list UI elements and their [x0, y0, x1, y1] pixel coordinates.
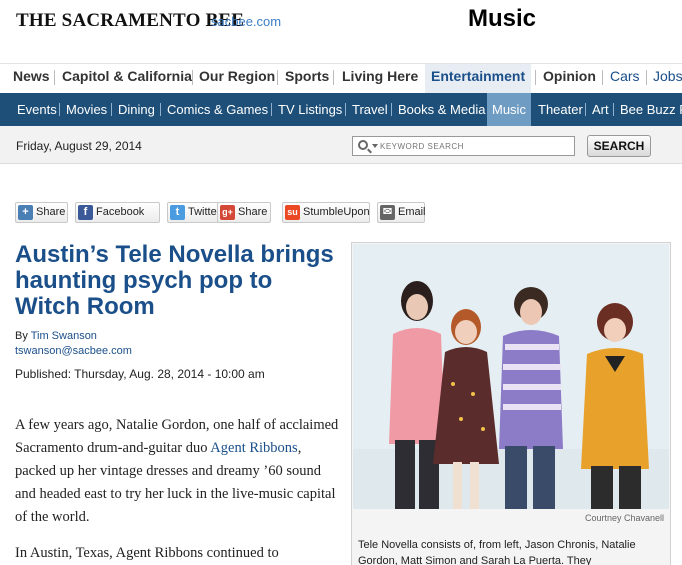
nav-sports[interactable]: Sports — [279, 64, 329, 93]
subnav-music[interactable]: Music — [487, 93, 531, 126]
subnav-divider — [345, 103, 346, 116]
chevron-down-icon[interactable] — [372, 144, 378, 148]
facebook-share-button[interactable]: f Facebook — [75, 202, 160, 223]
nav-opinion[interactable]: Opinion — [537, 64, 596, 93]
twitter-label: Twitter — [188, 206, 221, 218]
site-logo[interactable]: THE SACRAMENTO BEE — [16, 10, 244, 32]
nav-divider — [602, 70, 603, 85]
article-body: A few years ago, Natalie Gordon, one hal… — [15, 414, 340, 565]
date-search-bar: Friday, August 29, 2014 SEARCH — [0, 126, 682, 164]
search-input[interactable] — [380, 139, 570, 153]
email-label: Email — [398, 206, 426, 218]
masthead: THE SACRAMENTO BEE sacbee.com Music — [0, 0, 682, 56]
subnav-comics-games[interactable]: Comics & Games — [167, 93, 268, 126]
subnav-bee-buzz[interactable]: Bee Buzz P — [620, 93, 682, 126]
subnav-divider — [271, 103, 272, 116]
article-paragraph: A few years ago, Natalie Gordon, one hal… — [15, 414, 340, 529]
stumbleupon-label: StumbleUpon — [303, 206, 370, 218]
subnav-art[interactable]: Art — [592, 93, 609, 126]
published-date: Published: Thursday, Aug. 28, 2014 - 10:… — [15, 367, 265, 381]
email-share-button[interactable]: ✉ Email — [377, 202, 426, 223]
subnav-tv-listings[interactable]: TV Listings — [278, 93, 342, 126]
search-field[interactable] — [352, 136, 575, 156]
photo-container: Courtney Chavanell Tele Novella consists… — [351, 242, 671, 565]
google-plus-share-button[interactable]: g+ Share — [217, 202, 271, 223]
nav-divider — [54, 70, 55, 85]
subnav-events[interactable]: Events — [17, 93, 57, 126]
subnav-movies[interactable]: Movies — [66, 93, 107, 126]
nav-living-here[interactable]: Living Here — [336, 64, 418, 93]
section-title: Music — [468, 5, 537, 32]
subnav-divider — [613, 103, 614, 116]
article-headline: Austin’s Tele Novella brings haunting ps… — [15, 241, 334, 320]
subnav-theater[interactable]: Theater — [538, 93, 583, 126]
nav-our-region[interactable]: Our Region — [193, 64, 275, 93]
subnav-books-media[interactable]: Books & Media — [398, 93, 485, 126]
facebook-label: Facebook — [96, 206, 145, 218]
stumbleupon-icon: su — [285, 205, 300, 220]
nav-jobs[interactable]: Jobs — [647, 64, 682, 93]
nav-divider — [535, 70, 536, 85]
site-link[interactable]: sacbee.com — [211, 14, 281, 29]
photo-caption: Tele Novella consists of, from left, Jas… — [358, 539, 636, 565]
google-plus-icon: g+ — [220, 205, 235, 220]
agent-ribbons-link[interactable]: Agent Ribbons — [210, 440, 297, 456]
subnav-divider — [391, 103, 392, 116]
secondary-nav: Events Movies Dining Comics & Games TV L… — [0, 93, 682, 126]
subnav-divider — [585, 103, 586, 116]
subnav-divider — [59, 103, 60, 116]
byline: By Tim Swanson — [15, 330, 97, 342]
band-photo[interactable] — [353, 244, 669, 509]
nav-capitol-california[interactable]: Capitol & California — [56, 64, 192, 93]
search-button[interactable]: SEARCH — [587, 135, 651, 157]
subnav-travel[interactable]: Travel — [352, 93, 388, 126]
email-icon: ✉ — [380, 205, 395, 220]
nav-cars[interactable]: Cars — [604, 64, 640, 93]
plus-icon: + — [18, 205, 33, 220]
primary-nav: News Capitol & California Our Region Spo… — [0, 63, 682, 93]
share-button[interactable]: + Share — [15, 202, 68, 223]
nav-news[interactable]: News — [7, 64, 50, 93]
search-icon — [358, 140, 368, 150]
share-label: Share — [36, 206, 66, 218]
author-email-link[interactable]: tswanson@sacbee.com — [15, 345, 132, 357]
subnav-divider — [111, 103, 112, 116]
photo-credit: Courtney Chavanell — [584, 513, 664, 523]
subnav-divider — [160, 103, 161, 116]
google-plus-label: Share — [238, 206, 268, 218]
band-photo-illustration — [353, 244, 669, 509]
nav-divider — [277, 70, 278, 85]
facebook-icon: f — [78, 205, 93, 220]
byline-prefix: By — [15, 330, 28, 342]
author-link[interactable]: Tim Swanson — [31, 330, 97, 342]
nav-divider — [333, 70, 334, 85]
current-date: Friday, August 29, 2014 — [16, 139, 142, 153]
article-paragraph: In Austin, Texas, Agent Ribbons continue… — [15, 545, 279, 561]
nav-entertainment[interactable]: Entertainment — [425, 64, 532, 93]
stumbleupon-share-button[interactable]: su StumbleUpon — [282, 202, 370, 223]
subnav-dining[interactable]: Dining — [118, 93, 155, 126]
twitter-icon: t — [170, 205, 185, 220]
